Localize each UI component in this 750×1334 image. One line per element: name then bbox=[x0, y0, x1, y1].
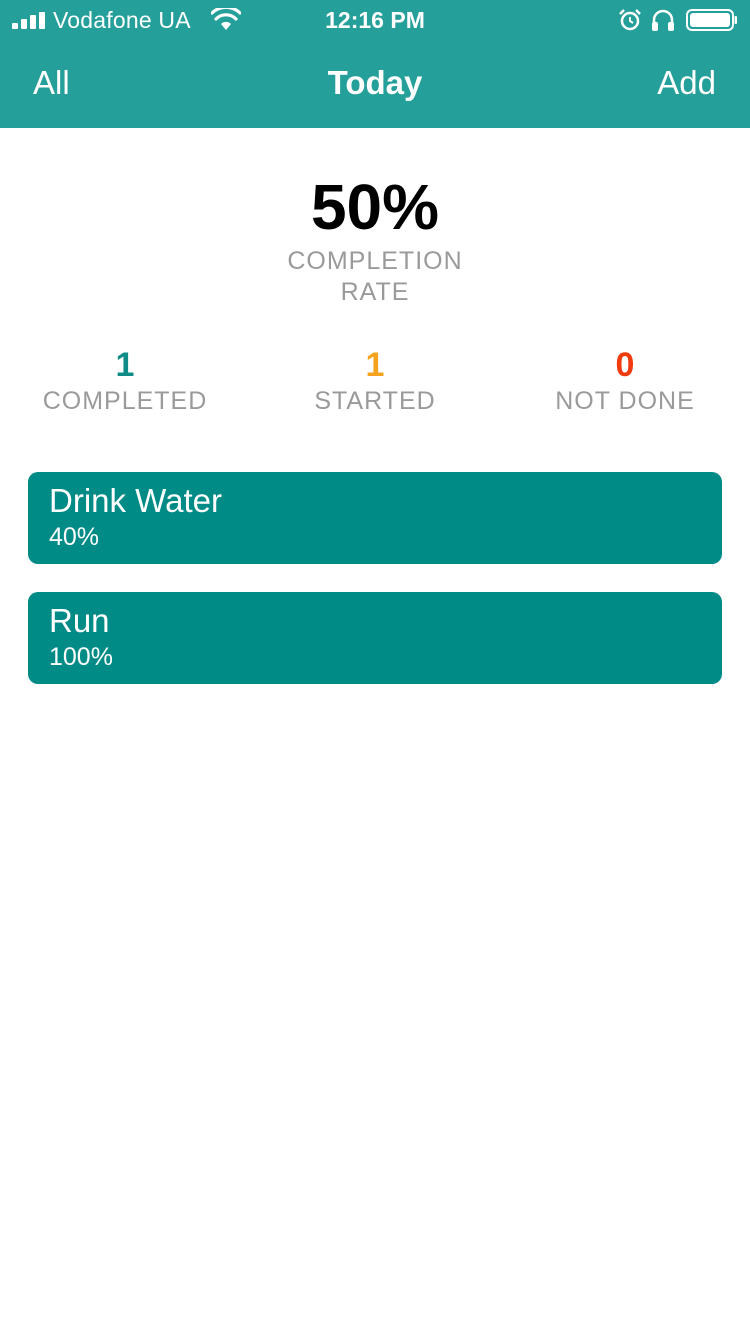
completion-rate-label: COMPLETION RATE bbox=[0, 246, 750, 308]
stat-not-done-label: NOT DONE bbox=[555, 387, 695, 415]
stat-started-value: 1 bbox=[365, 346, 385, 384]
stat-not-done: 0 NOT DONE bbox=[500, 345, 750, 416]
stats-row: 1 COMPLETED 1 STARTED 0 NOT DONE bbox=[0, 345, 750, 425]
stat-started-label: STARTED bbox=[314, 387, 436, 415]
status-bar: Vodafone UA 12:16 PM bbox=[0, 0, 750, 40]
battery-icon bbox=[686, 9, 737, 31]
stat-completed-value: 1 bbox=[115, 346, 135, 384]
add-button[interactable]: Add bbox=[657, 64, 716, 102]
habit-percent: 100% bbox=[49, 643, 113, 671]
habit-card-drink-water[interactable]: Drink Water 40% bbox=[28, 472, 722, 564]
stat-completed: 1 COMPLETED bbox=[0, 345, 250, 416]
habit-name: Run bbox=[49, 602, 110, 639]
completion-rate-label-line1: COMPLETION bbox=[287, 247, 463, 275]
page-title: Today bbox=[327, 64, 423, 101]
stat-not-done-value: 0 bbox=[615, 346, 635, 384]
completion-rate-label-line2: RATE bbox=[340, 278, 410, 306]
stat-started: 1 STARTED bbox=[250, 345, 500, 416]
headphones-icon bbox=[652, 9, 674, 31]
stat-completed-label: COMPLETED bbox=[42, 387, 208, 415]
habit-name: Drink Water bbox=[49, 482, 222, 519]
alarm-icon bbox=[619, 9, 641, 31]
completion-rate-value: 50% bbox=[310, 171, 440, 243]
habit-card-run[interactable]: Run 100% bbox=[28, 592, 722, 684]
habit-percent: 40% bbox=[49, 523, 100, 551]
header-bar: Vodafone UA 12:16 PM All Today Add bbox=[0, 0, 750, 128]
